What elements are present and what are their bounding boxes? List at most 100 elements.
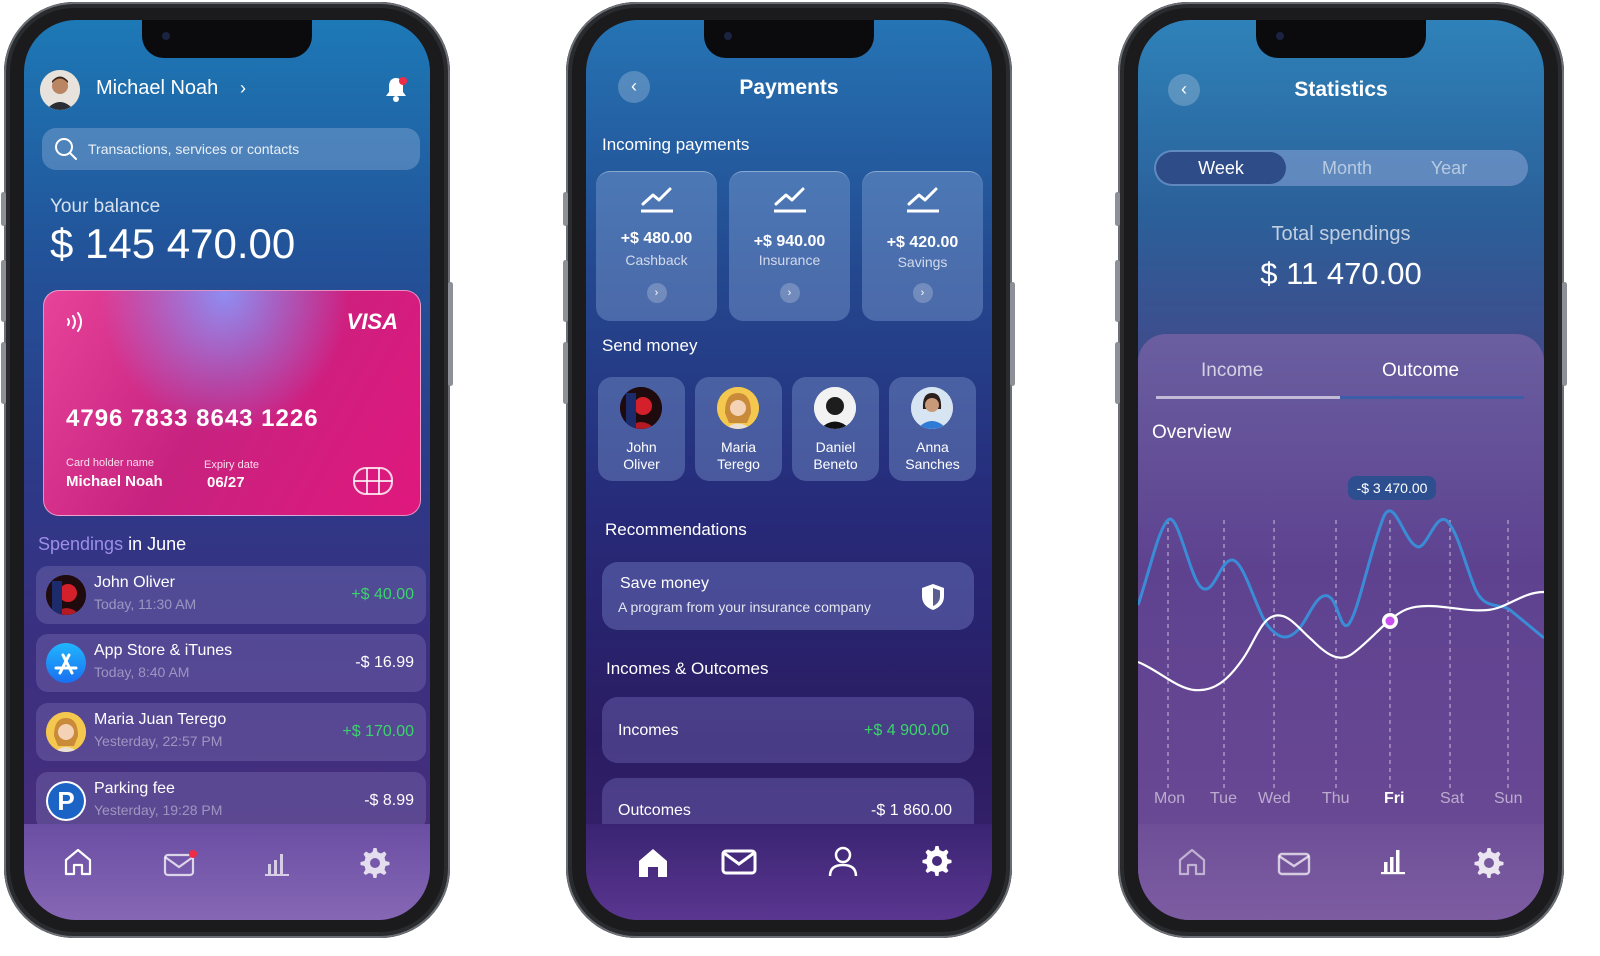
chevron-right-icon[interactable]: ›: [646, 283, 667, 303]
stats-icon[interactable]: [1378, 846, 1408, 876]
contactless-icon: [67, 312, 82, 332]
incomes-outcomes-heading: Incomes & Outcomes: [606, 659, 769, 678]
recommendation-subtitle: A program from your insurance company: [618, 599, 871, 615]
home-screen: Michael Noah › Transactions, services or…: [24, 20, 430, 920]
bell-icon[interactable]: [383, 75, 409, 108]
contact-avatar: [911, 387, 953, 429]
power-button: [448, 282, 453, 386]
settings-gear-icon[interactable]: [920, 844, 954, 878]
transaction-row[interactable]: Maria Juan Terego Yesterday, 22:57 PM +$…: [36, 703, 426, 761]
contact-avatar: [46, 575, 86, 615]
incoming-card-cashback[interactable]: +$ 480.00 Cashback ›: [596, 171, 717, 321]
credit-card[interactable]: VISA 4796 7833 8643 1226 Card holder nam…: [43, 290, 421, 516]
settings-gear-icon[interactable]: [1472, 846, 1506, 880]
total-spendings-amount: $ 11 470.00: [1260, 256, 1422, 291]
power-button: [1010, 282, 1015, 386]
transaction-date: Yesterday, 22:57 PM: [94, 733, 223, 749]
user-avatar[interactable]: [40, 70, 80, 110]
card-holder-name: Michael Noah: [66, 473, 163, 490]
home-icon[interactable]: [62, 846, 94, 878]
transaction-name: App Store & iTunes: [94, 642, 233, 659]
chevron-right-icon[interactable]: ›: [912, 283, 933, 303]
recommendation-title: Save money: [620, 575, 709, 592]
recommendation-card[interactable]: Save money A program from your insurance…: [602, 562, 974, 630]
page-title: Payments: [739, 76, 839, 99]
transaction-date: Yesterday, 19:28 PM: [94, 802, 223, 818]
spendings-month[interactable]: in June: [128, 534, 186, 554]
transaction-name: Parking fee: [94, 780, 175, 797]
chevron-right-icon[interactable]: ›: [240, 78, 246, 99]
period-year[interactable]: Year: [1404, 158, 1494, 179]
transaction-row[interactable]: P Parking fee Yesterday, 19:28 PM -$ 8.9…: [36, 772, 426, 830]
settings-gear-icon[interactable]: [358, 846, 392, 880]
contact-john-oliver[interactable]: John Oliver: [598, 377, 685, 481]
incoming-amount: +$ 480.00: [620, 230, 693, 247]
app-store-icon: [46, 643, 86, 683]
chevron-right-icon[interactable]: ›: [779, 283, 800, 303]
axis-label-thu: Thu: [1322, 790, 1350, 807]
tab-outcome[interactable]: Outcome: [1382, 360, 1459, 382]
transaction-name: John Oliver: [94, 574, 175, 591]
contact-maria-terego[interactable]: Maria Terego: [695, 377, 782, 481]
volume-up-button: [1115, 260, 1120, 322]
transaction-amount: -$ 16.99: [355, 654, 414, 671]
card-number: 4796 7833 8643 1226: [66, 405, 319, 432]
card-brand: VISA: [346, 309, 398, 334]
transaction-date: Today, 11:30 AM: [94, 596, 197, 612]
home-icon[interactable]: [636, 846, 670, 880]
transaction-date: Today, 8:40 AM: [94, 664, 190, 680]
contact-daniel-beneto[interactable]: Daniel Beneto: [792, 377, 879, 481]
selected-point-inner: [1385, 616, 1395, 626]
incomes-value: +$ 4 900.00: [864, 722, 949, 739]
period-week[interactable]: Week: [1156, 158, 1286, 179]
notch: [704, 20, 874, 58]
search-input[interactable]: Transactions, services or contacts: [88, 141, 299, 157]
incomes-row[interactable]: Incomes +$ 4 900.00: [602, 697, 974, 763]
tab-bar: [586, 824, 992, 920]
volume-down-button: [563, 342, 568, 404]
period-month[interactable]: Month: [1294, 158, 1400, 179]
tab-underline-income: [1156, 396, 1340, 399]
mail-icon[interactable]: [162, 848, 198, 878]
tab-income[interactable]: Income: [1201, 360, 1263, 382]
incoming-heading: Incoming payments: [602, 135, 750, 154]
axis-label-mon: Mon: [1154, 790, 1186, 807]
outcomes-value: -$ 1 860.00: [871, 802, 952, 819]
incoming-label: Cashback: [625, 252, 688, 268]
send-money-heading: Send money: [602, 336, 698, 355]
axis-label-sun: Sun: [1494, 790, 1523, 807]
axis-label-fri: Fri: [1384, 790, 1405, 807]
outcome-series-line: [1138, 509, 1544, 640]
parking-icon: P: [46, 781, 86, 821]
mail-icon[interactable]: [1276, 848, 1312, 878]
transaction-amount: +$ 40.00: [351, 586, 414, 603]
home-icon[interactable]: [1176, 846, 1208, 878]
contact-anna-sanches[interactable]: Anna Sanches: [889, 377, 976, 481]
trend-up-icon: [640, 187, 673, 213]
incoming-amount: +$ 420.00: [886, 234, 959, 251]
tab-bar: [1138, 824, 1544, 920]
page-title: Statistics: [1294, 78, 1388, 101]
search-bar[interactable]: Transactions, services or contacts: [42, 128, 420, 170]
profile-icon[interactable]: [826, 844, 860, 878]
transaction-row[interactable]: John Oliver Today, 11:30 AM +$ 40.00: [36, 566, 426, 624]
user-name[interactable]: Michael Noah: [96, 77, 218, 100]
trend-up-icon: [773, 187, 806, 213]
payments-screen: ‹ Payments Incoming payments +$ 480.00 C…: [586, 20, 992, 920]
svg-text:P: P: [57, 786, 74, 816]
incoming-card-insurance[interactable]: +$ 940.00 Insurance ›: [729, 171, 850, 321]
axis-label-tue: Tue: [1210, 790, 1237, 807]
stats-icon[interactable]: [262, 848, 292, 878]
contact-avatar: [46, 712, 86, 752]
contact-avatar: [717, 387, 759, 429]
mail-icon[interactable]: [720, 846, 758, 878]
period-segmented-control: Week Month Year: [1154, 150, 1528, 186]
tab-underline-outcome: [1340, 396, 1524, 399]
mute-switch: [1, 192, 6, 226]
volume-down-button: [1115, 342, 1120, 404]
transaction-row[interactable]: App Store & iTunes Today, 8:40 AM -$ 16.…: [36, 634, 426, 692]
chart-tooltip: -$ 3 470.00: [1348, 476, 1436, 500]
income-series-line: [1138, 590, 1544, 692]
contact-name: Daniel Beneto: [813, 439, 858, 472]
incoming-card-savings[interactable]: +$ 420.00 Savings ›: [862, 171, 983, 321]
